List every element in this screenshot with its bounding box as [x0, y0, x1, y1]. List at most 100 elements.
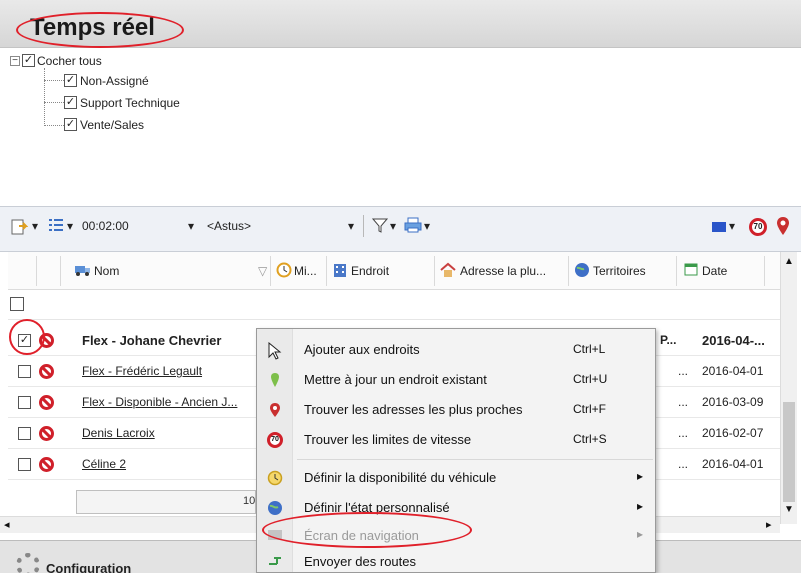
no-entry-icon	[39, 426, 54, 441]
row-checkbox[interactable]	[18, 458, 31, 471]
tree-item-label: Support Technique	[80, 96, 180, 110]
row-date: 2016-04-01	[702, 364, 764, 378]
print-icon[interactable]	[404, 217, 422, 236]
chevron-down-icon[interactable]: ▾	[729, 219, 735, 233]
row-date: 2016-03-09	[702, 395, 764, 409]
no-entry-icon	[39, 364, 54, 379]
menu-item-shortcut: Ctrl+S	[573, 432, 607, 446]
speed-limit-icon[interactable]: 70	[749, 218, 767, 236]
menu-item-label: Envoyer des routes	[304, 554, 417, 569]
menu-item-disponibilite[interactable]: Définir la disponibilité du véhicule ▸	[257, 463, 657, 493]
menu-item-label: Ajouter aux endroits	[304, 342, 420, 357]
chevron-down-icon[interactable]: ▾	[32, 219, 38, 233]
row-name[interactable]: Flex - Frédéric Legault	[82, 364, 202, 378]
tree-item-checkbox[interactable]: ✓	[64, 96, 77, 109]
row-cell-truncated: ...	[678, 457, 689, 471]
toolbar: ▾ ▾ 00:02:00 ▾ <Astus> ▾ ▾ ▾ ▾ 70	[0, 206, 801, 252]
row-name[interactable]: Flex - Johane Chevrier	[82, 333, 221, 348]
chevron-down-icon[interactable]: ▾	[348, 219, 354, 233]
tree-connector	[44, 68, 45, 126]
scroll-left-icon[interactable]: ◂	[4, 518, 10, 531]
highlight-oval-title	[16, 12, 184, 48]
menu-item-label: Trouver les limites de vitesse	[304, 432, 472, 447]
export-icon[interactable]	[10, 218, 29, 239]
tree-item-label: Vente/Sales	[80, 118, 145, 132]
menu-item-limites-vitesse[interactable]: 70 Trouver les limites de vitesse Ctrl+S	[257, 425, 657, 455]
submenu-arrow-icon: ▸	[637, 499, 644, 513]
column-separator	[270, 256, 271, 286]
row-name[interactable]: Céline 2	[82, 457, 126, 471]
column-separator	[36, 256, 37, 286]
row-checkbox[interactable]	[18, 427, 31, 440]
calendar-icon	[684, 262, 698, 279]
menu-item-shortcut: Ctrl+F	[573, 402, 606, 416]
scroll-up-icon[interactable]: ▲	[784, 256, 794, 267]
column-header-mi[interactable]: Mi...	[294, 264, 317, 278]
menu-item-label: Mettre à jour un endroit existant	[304, 372, 487, 387]
tree-item-checkbox[interactable]: ✓	[64, 118, 77, 131]
chevron-down-icon[interactable]: ▾	[188, 219, 194, 233]
color-icon[interactable]	[712, 222, 726, 232]
column-separator	[60, 256, 61, 286]
row-cell-truncated: ...	[678, 426, 689, 440]
menu-item-ajouter-endroits[interactable]: Ajouter aux endroits Ctrl+L	[257, 335, 657, 365]
globe-icon	[574, 262, 590, 281]
tree-connector	[44, 125, 64, 126]
map-pin-icon	[267, 402, 283, 418]
summary-cell	[76, 490, 256, 514]
footer-label[interactable]: Configuration	[46, 561, 131, 573]
house-icon	[440, 262, 456, 281]
chevron-down-icon[interactable]: ▾	[390, 219, 396, 233]
submenu-arrow-icon: ▸	[637, 469, 644, 483]
check-all-checkbox[interactable]: ✓	[22, 54, 35, 67]
scroll-right-icon[interactable]: ▸	[766, 518, 772, 531]
toolbar-separator	[363, 215, 364, 237]
group-tree: − ✓ Cocher tous ✓ Non-Assigné ✓ Support …	[0, 48, 801, 206]
grid-header: Nom ▽ Mi... Endroit Adresse la plu... Te…	[8, 252, 794, 290]
tree-connector	[44, 102, 64, 103]
scroll-down-icon[interactable]: ▼	[784, 504, 794, 515]
menu-item-label: Trouver les adresses les plus proches	[304, 402, 523, 417]
cursor-icon	[267, 341, 283, 360]
filter-icon[interactable]	[371, 217, 389, 236]
panel-header: Temps réel	[0, 0, 801, 48]
tree-collapse-toggle[interactable]: −	[10, 56, 20, 66]
row-checkbox[interactable]	[18, 365, 31, 378]
list-icon[interactable]	[48, 217, 64, 236]
map-pin-icon[interactable]	[776, 216, 790, 239]
column-header-endroit[interactable]: Endroit	[351, 264, 389, 278]
select-all-rows-checkbox[interactable]	[10, 297, 24, 311]
vertical-scrollbar[interactable]: ▲ ▼	[780, 252, 797, 524]
truck-icon	[74, 263, 92, 280]
menu-item-shortcut: Ctrl+L	[573, 342, 606, 356]
chevron-down-icon[interactable]: ▾	[67, 219, 73, 233]
gear-icon	[16, 553, 40, 573]
route-icon	[267, 554, 283, 570]
menu-item-envoyer-routes[interactable]: Envoyer des routes	[257, 547, 657, 573]
row-cell-truncated: P...	[660, 333, 677, 347]
column-header-adresse[interactable]: Adresse la plu...	[460, 264, 546, 278]
tree-item-label: Non-Assigné	[80, 74, 149, 88]
clock-icon	[267, 470, 283, 486]
menu-item-trouver-adresses[interactable]: Trouver les adresses les plus proches Ct…	[257, 395, 657, 425]
row-checkbox[interactable]	[18, 396, 31, 409]
filter-row	[8, 290, 794, 320]
pin-icon	[267, 372, 283, 388]
column-header-date[interactable]: Date	[702, 264, 727, 278]
refresh-interval[interactable]: 00:02:00	[82, 219, 129, 233]
vertical-scroll-thumb[interactable]	[783, 402, 795, 502]
row-name[interactable]: Denis Lacroix	[82, 426, 155, 440]
row-name[interactable]: Flex - Disponible - Ancien J...	[82, 395, 237, 409]
chevron-down-icon[interactable]: ▾	[424, 219, 430, 233]
tree-item-checkbox[interactable]: ✓	[64, 74, 77, 87]
check-all-label: Cocher tous	[37, 54, 102, 68]
column-header-nom[interactable]: Nom	[94, 264, 119, 278]
tree-connector	[44, 80, 64, 81]
source-dropdown[interactable]: <Astus>	[207, 219, 251, 233]
globe-icon	[267, 500, 283, 516]
column-header-territoires[interactable]: Territoires	[593, 264, 646, 278]
row-date: 2016-04-01	[702, 457, 764, 471]
column-filter-icon[interactable]: ▽	[258, 264, 267, 278]
menu-item-mettre-a-jour[interactable]: Mettre à jour un endroit existant Ctrl+U	[257, 365, 657, 395]
highlight-oval-checkbox	[9, 319, 45, 355]
